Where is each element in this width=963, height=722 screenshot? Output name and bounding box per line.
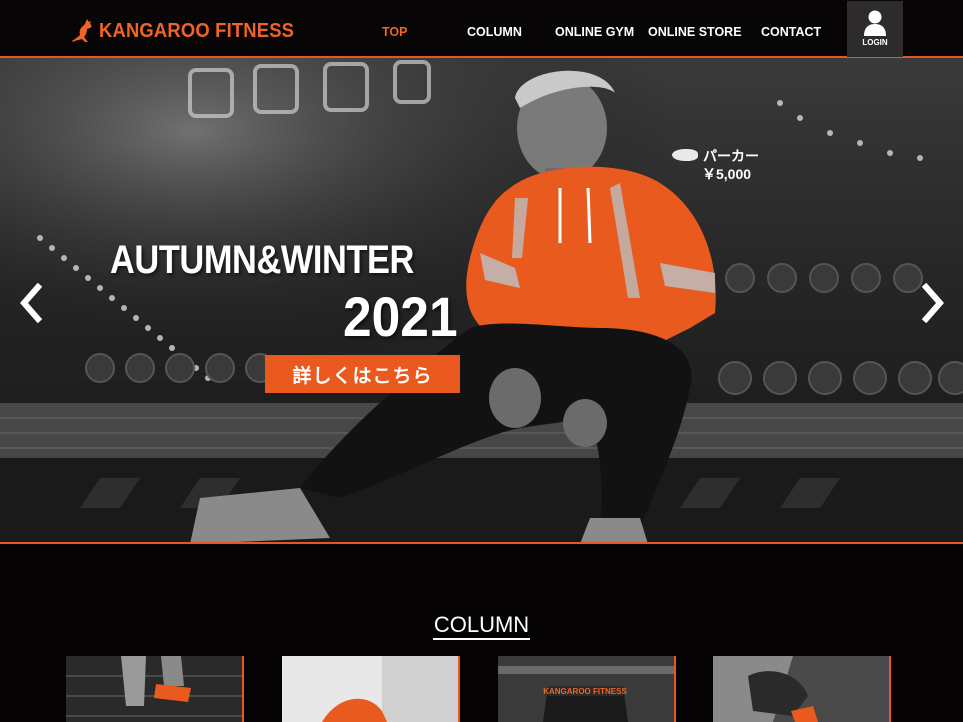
login-button[interactable]: LOGIN (847, 1, 903, 57)
hero-headline: AUTUMN&WINTER (110, 238, 414, 282)
nav-online-store[interactable]: ONLINE STORE (648, 25, 742, 39)
hero-carousel: AUTUMN&WINTER 2021 詳しくはこちら パーカー ￥5,000 (0, 58, 963, 544)
product-price-tag[interactable]: パーカー ￥5,000 (672, 146, 767, 182)
brand-logo[interactable]: KANGAROO FITNESS (72, 16, 311, 46)
column-card[interactable] (66, 656, 244, 722)
column-card[interactable] (713, 656, 891, 722)
nav-online-gym[interactable]: ONLINE GYM (555, 25, 634, 39)
details-button[interactable]: 詳しくはこちら (265, 355, 460, 393)
product-name: パーカー (703, 148, 759, 164)
column-card-image (713, 656, 889, 722)
column-card-image (66, 656, 242, 722)
card-logo-text: KANGAROO FITNESS (543, 687, 627, 696)
product-price: ￥5,000 (702, 166, 752, 182)
hero-year: 2021 (343, 285, 458, 348)
nav-top[interactable]: TOP (382, 25, 407, 39)
login-label: LOGIN (862, 38, 888, 47)
nav-column[interactable]: COLUMN (467, 25, 522, 39)
kangaroo-logo-icon (72, 19, 92, 42)
column-section-title: COLUMN (0, 612, 963, 640)
brand-name: KANGAROO FITNESS (99, 19, 295, 42)
chevron-left-icon[interactable] (16, 283, 46, 323)
column-card[interactable] (282, 656, 460, 722)
chevron-right-icon[interactable] (918, 283, 948, 323)
column-card[interactable]: KANGAROO FITNESS (498, 656, 676, 722)
user-icon (864, 10, 886, 36)
column-card-image (282, 656, 458, 722)
site-header: KANGAROO FITNESS TOP COLUMN ONLINE GYM O… (0, 0, 963, 58)
column-heading: COLUMN (432, 612, 531, 640)
column-card-image: KANGAROO FITNESS (498, 656, 674, 722)
price-tag-marker (672, 149, 698, 161)
hero-photo (0, 58, 963, 542)
nav-contact[interactable]: CONTACT (761, 25, 821, 39)
